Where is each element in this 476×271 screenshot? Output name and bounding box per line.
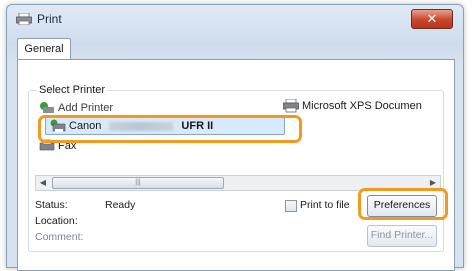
print-to-file-label: Print to file: [300, 199, 350, 211]
printer-name-suffix: UFR II: [181, 120, 214, 132]
select-printer-group: Select Printer Add Printer Microsoft XPS…: [28, 84, 444, 252]
tab-general[interactable]: General: [17, 38, 71, 61]
printer-icon: [16, 13, 32, 25]
status-value: Ready: [105, 199, 136, 211]
scroll-right-icon[interactable]: ▶: [426, 176, 440, 190]
fax-icon: [39, 139, 55, 151]
printer-name: Microsoft XPS Documen: [302, 100, 422, 112]
printer-name: Fax: [58, 140, 77, 152]
printer-icon: [283, 99, 299, 113]
printer-item-fax[interactable]: Fax: [39, 139, 76, 153]
close-icon: ✕: [426, 11, 438, 26]
scroll-thumb[interactable]: |||: [52, 177, 224, 189]
printer-item-canon[interactable]: Canon UFR II: [45, 117, 285, 135]
print-dialog: Print ✕ General Select Printer Add Print…: [6, 4, 464, 271]
comment-label: Comment:: [35, 231, 84, 243]
preferences-button[interactable]: Preferences: [367, 195, 437, 217]
title-bar: Print ✕: [7, 5, 463, 33]
find-printer-button[interactable]: Find Printer...: [367, 225, 437, 247]
select-printer-label: Select Printer: [37, 84, 108, 96]
printer-list-scrollbar[interactable]: ◀ ||| ▶: [35, 175, 441, 191]
printer-name-prefix: Canon: [69, 120, 102, 132]
add-printer-icon: [40, 102, 54, 113]
status-label: Status:: [35, 199, 68, 211]
scroll-left-icon[interactable]: ◀: [36, 176, 50, 190]
general-panel: Select Printer Add Printer Microsoft XPS…: [17, 59, 455, 271]
window-title: Print: [37, 12, 62, 26]
printer-item-add-printer[interactable]: Add Printer: [39, 101, 113, 115]
close-button[interactable]: ✕: [411, 9, 453, 29]
redacted-model: [109, 121, 174, 131]
canon-printer-icon: [50, 119, 66, 132]
printer-list[interactable]: Add Printer Microsoft XPS Documen Canon …: [35, 99, 435, 171]
print-to-file-checkbox[interactable]: [285, 200, 297, 212]
printer-name: Add Printer: [58, 102, 114, 114]
location-label: Location:: [35, 215, 78, 227]
printer-item-xps[interactable]: Microsoft XPS Documen: [283, 99, 422, 113]
